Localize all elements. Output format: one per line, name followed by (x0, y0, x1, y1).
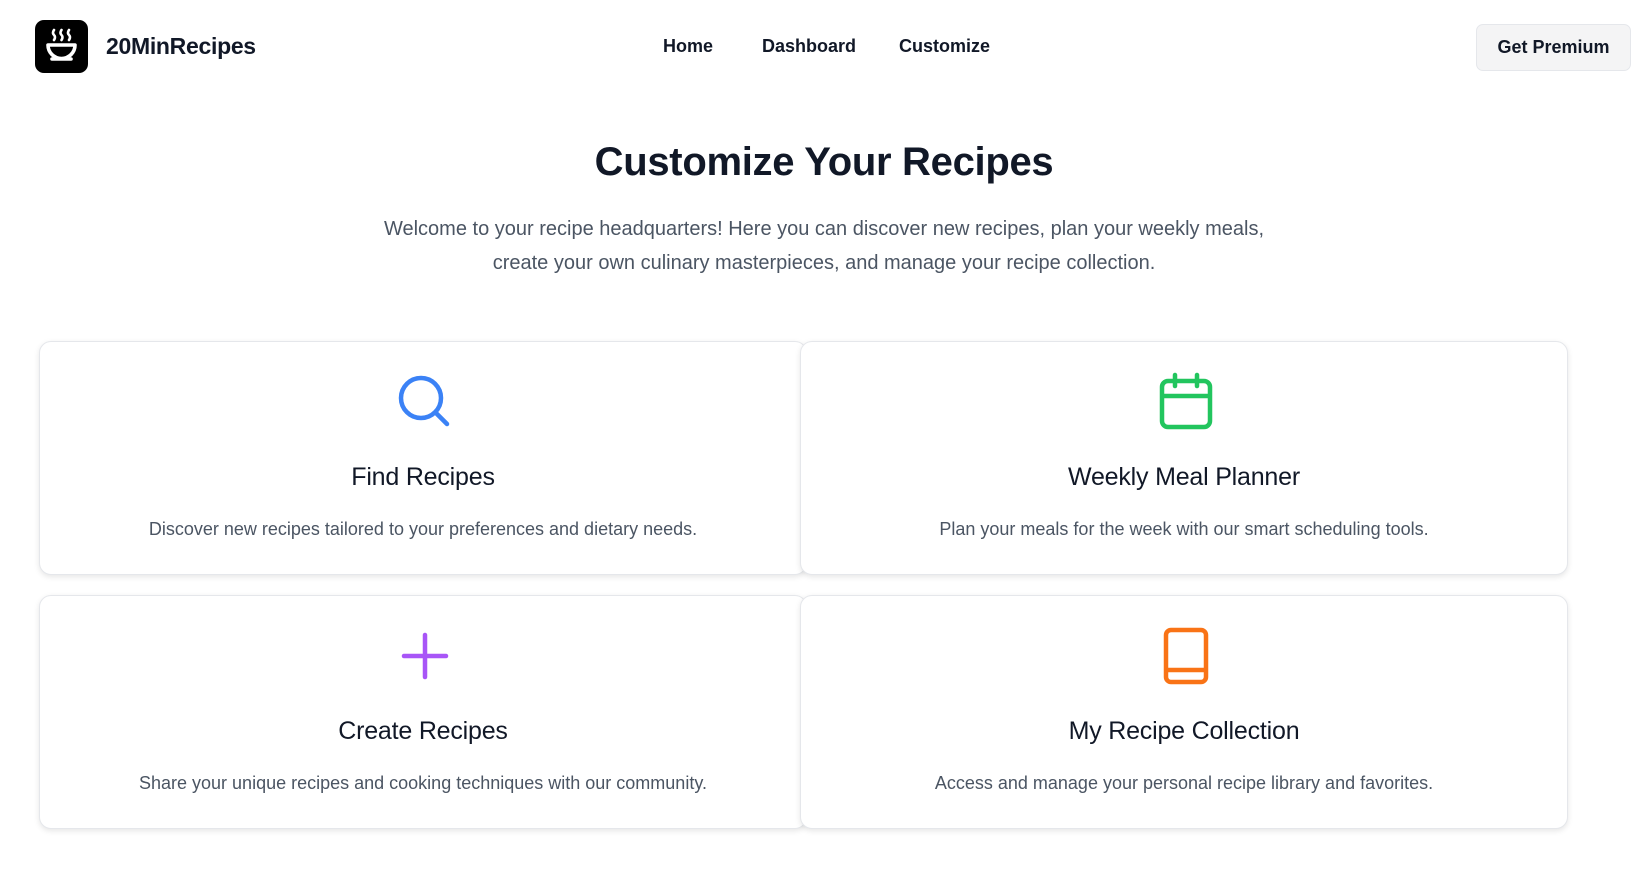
card-weekly-meal-planner[interactable]: Weekly Meal Planner Plan your meals for … (800, 341, 1568, 575)
card-title: Weekly Meal Planner (1068, 463, 1300, 491)
card-create-recipes[interactable]: Create Recipes Share your unique recipes… (39, 595, 807, 829)
intro-line: create your own culinary masterpieces, a… (492, 252, 1156, 274)
page-title: Customize Your Recipes (594, 140, 1054, 184)
intro-text: Welcome to your recipe headquarters! Her… (324, 212, 1324, 280)
logo[interactable] (35, 20, 88, 73)
card-description: Discover new recipes tailored to your pr… (148, 519, 698, 539)
plus-icon (401, 632, 449, 680)
card-find-recipes[interactable]: Find Recipes Discover new recipes tailor… (39, 341, 807, 575)
card-description: Access and manage your personal recipe l… (934, 773, 1434, 793)
card-title: Find Recipes (351, 463, 495, 491)
brand-name[interactable]: 20MinRecipes (106, 33, 256, 60)
card-title: My Recipe Collection (1068, 717, 1300, 745)
calendar-icon (1159, 372, 1213, 430)
intro-line: Welcome to your recipe headquarters! Her… (383, 218, 1265, 240)
card-title: Create Recipes (338, 717, 508, 745)
nav-dashboard[interactable]: Dashboard (762, 36, 856, 57)
nav-home[interactable]: Home (663, 36, 713, 57)
card-description: Plan your meals for the week with our sm… (939, 519, 1429, 539)
card-description: Share your unique recipes and cooking te… (139, 773, 707, 793)
top-header: 20MinRecipes Home Dashboard Customize Ge… (0, 0, 1648, 92)
card-my-recipe-collection[interactable]: My Recipe Collection Access and manage y… (800, 595, 1568, 829)
get-premium-button[interactable]: Get Premium (1476, 24, 1631, 71)
nav-customize[interactable]: Customize (899, 36, 990, 57)
steaming-bowl-icon (46, 28, 77, 61)
book-icon (1163, 627, 1209, 685)
search-icon (398, 375, 450, 427)
